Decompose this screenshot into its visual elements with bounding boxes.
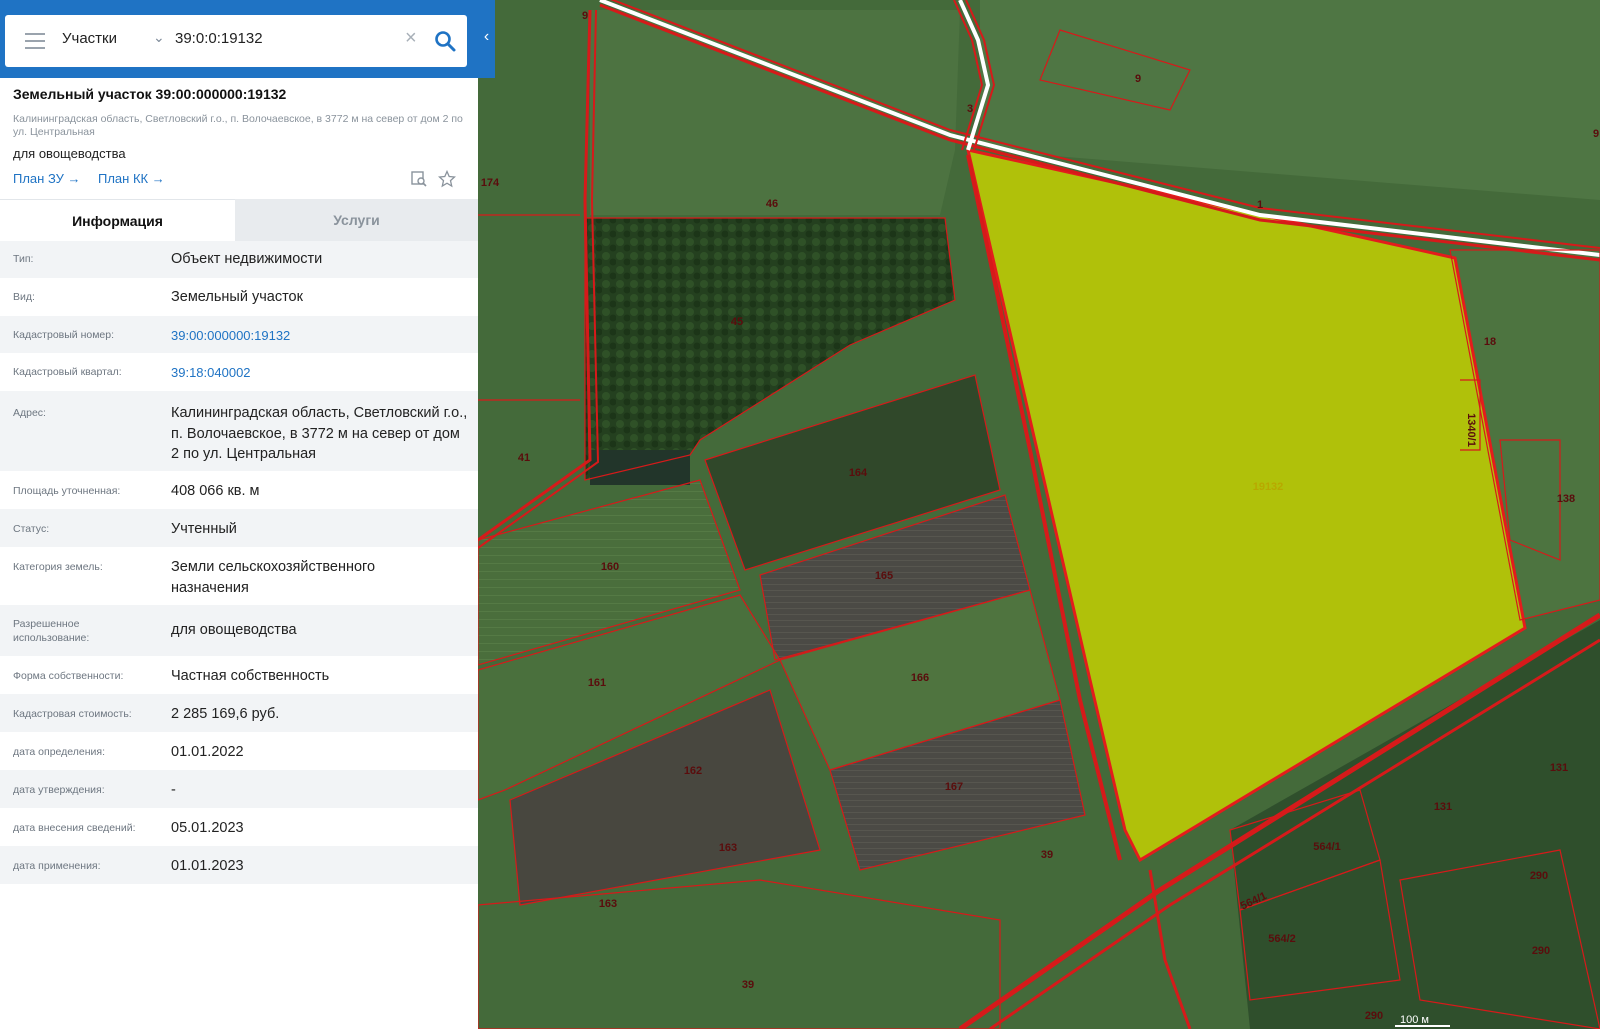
svg-text:160: 160 xyxy=(601,561,619,573)
info-row-cadastral-quarter: Кадастровый квартал: 39:18:040002 xyxy=(0,353,478,391)
parcel-title: Земельный участок 39:00:000000:19132 xyxy=(13,86,287,102)
info-row-permitted-use: Разрешенное использование: для овощеводс… xyxy=(0,605,478,656)
search-input[interactable] xyxy=(175,30,395,47)
svg-text:131: 131 xyxy=(1550,762,1568,774)
svg-text:564/1: 564/1 xyxy=(1313,841,1341,853)
parcel-address-short: Калининградская область, Светловский г.о… xyxy=(13,113,463,138)
info-row-kind: Вид: Земельный участок xyxy=(0,278,478,316)
svg-text:45: 45 xyxy=(731,316,743,328)
svg-text:564/2: 564/2 xyxy=(1268,933,1296,945)
cadastral-number-link[interactable]: 39:00:000000:19132 xyxy=(171,326,471,347)
svg-text:41: 41 xyxy=(518,452,530,464)
info-value: 01.01.2023 xyxy=(171,858,244,874)
selected-parcel-label: 19132 xyxy=(1253,481,1284,493)
info-value: 05.01.2023 xyxy=(171,820,244,836)
cadastral-quarter-link[interactable]: 39:18:040002 xyxy=(171,363,471,384)
info-row-date-approved: дата утверждения: - xyxy=(0,770,478,808)
info-row-address: Адрес: Калининградская область, Светловс… xyxy=(0,391,478,471)
info-row-status: Статус: Учтенный xyxy=(0,509,478,547)
info-value: Земли сельскохозяйственного назначения xyxy=(171,559,376,596)
chevron-down-icon[interactable]: ⌄ xyxy=(153,29,165,46)
info-key: Тип: xyxy=(13,253,34,265)
svg-text:138: 138 xyxy=(1557,493,1575,505)
info-key: Кадастровый номер: xyxy=(13,329,115,341)
svg-text:166: 166 xyxy=(911,672,929,684)
svg-text:163: 163 xyxy=(599,898,617,910)
svg-text:165: 165 xyxy=(875,570,893,582)
svg-text:290: 290 xyxy=(1365,1010,1383,1022)
collapse-panel-button[interactable]: ‹ xyxy=(478,28,495,52)
scale-label: 100 м xyxy=(1400,1014,1429,1026)
search-icon[interactable] xyxy=(433,29,457,53)
tab-services[interactable]: Услуги xyxy=(235,199,478,241)
info-value: Частная собственность xyxy=(171,668,330,684)
info-key: Категория земель: xyxy=(13,561,103,573)
svg-text:161: 161 xyxy=(588,677,606,689)
info-value: 408 066 кв. м xyxy=(171,483,260,499)
svg-text:46: 46 xyxy=(766,198,778,210)
info-key: Площадь уточненная: xyxy=(13,485,121,497)
svg-text:163: 163 xyxy=(719,842,737,854)
info-row-date-determined: дата определения: 01.01.2022 xyxy=(0,732,478,770)
layer-select[interactable]: Участки xyxy=(62,30,117,47)
info-key: дата применения: xyxy=(13,860,101,872)
svg-text:174: 174 xyxy=(481,177,500,189)
info-row-type: Тип: Объект недвижимости xyxy=(0,241,478,278)
info-panel: Участки ⌄ × ‹ Земельный участок 39:00:00… xyxy=(0,0,495,1029)
svg-text:164: 164 xyxy=(849,467,868,479)
svg-text:131: 131 xyxy=(1434,801,1452,813)
hamburger-menu-icon[interactable] xyxy=(25,33,45,49)
svg-text:167: 167 xyxy=(945,781,963,793)
svg-text:39: 39 xyxy=(1041,849,1053,861)
svg-text:162: 162 xyxy=(684,765,702,777)
star-icon[interactable] xyxy=(438,170,456,188)
parcel-purpose: для овощеводства xyxy=(13,146,126,161)
info-value: Учтенный xyxy=(171,521,237,537)
find-on-map-icon[interactable] xyxy=(410,170,428,188)
search-bar: Участки ⌄ × ‹ xyxy=(0,0,495,78)
info-row-date-entered: дата внесения сведений: 05.01.2023 xyxy=(0,808,478,846)
plan-zu-link[interactable]: План ЗУ → xyxy=(13,171,81,186)
info-value: Объект недвижимости xyxy=(171,251,323,267)
search-box: Участки ⌄ × xyxy=(5,15,467,67)
svg-text:290: 290 xyxy=(1530,870,1548,882)
info-key: Разрешенное использование: xyxy=(13,618,90,644)
info-row-land-category: Категория земель: Земли сельскохозяйстве… xyxy=(0,547,478,605)
info-value: Земельный участок xyxy=(171,289,303,305)
info-value: - xyxy=(171,782,176,798)
info-key: дата утверждения: xyxy=(13,784,105,796)
tab-info[interactable]: Информация xyxy=(0,199,235,241)
info-row-cadastral-number: Кадастровый номер: 39:00:000000:19132 xyxy=(0,316,478,353)
svg-text:1: 1 xyxy=(1257,199,1263,211)
info-value: 2 285 169,6 руб. xyxy=(171,706,280,722)
info-row-ownership: Форма собственности: Частная собственнос… xyxy=(0,656,478,694)
svg-text:3: 3 xyxy=(967,103,973,115)
svg-text:290: 290 xyxy=(1532,945,1550,957)
svg-text:18: 18 xyxy=(1484,336,1496,348)
svg-text:9: 9 xyxy=(1593,128,1599,140)
info-key: дата определения: xyxy=(13,746,106,758)
tabs: Информация Услуги xyxy=(0,199,478,241)
info-key: Кадастровый квартал: xyxy=(13,366,122,378)
info-key: Кадастровая стоимость: xyxy=(13,708,132,720)
svg-text:1340/1: 1340/1 xyxy=(1465,413,1477,447)
svg-text:9: 9 xyxy=(1135,73,1141,85)
info-key: Статус: xyxy=(13,523,50,535)
info-value: для овощеводства xyxy=(171,622,297,638)
info-row-date-applied: дата применения: 01.01.2023 xyxy=(0,846,478,884)
svg-text:9: 9 xyxy=(582,10,588,22)
info-row-cadastral-value: Кадастровая стоимость: 2 285 169,6 руб. xyxy=(0,694,478,732)
info-key: Адрес: xyxy=(13,407,46,419)
info-row-area: Площадь уточненная: 408 066 кв. м xyxy=(0,471,478,509)
plan-kk-link[interactable]: План КК → xyxy=(98,171,165,186)
info-value: Калининградская область, Светловский г.о… xyxy=(171,405,468,462)
svg-text:39: 39 xyxy=(742,979,754,991)
info-key: Форма собственности: xyxy=(13,670,124,682)
info-key: Вид: xyxy=(13,291,35,303)
clear-icon[interactable]: × xyxy=(405,27,417,50)
info-key: дата внесения сведений: xyxy=(13,822,136,834)
info-value: 01.01.2022 xyxy=(171,744,244,760)
